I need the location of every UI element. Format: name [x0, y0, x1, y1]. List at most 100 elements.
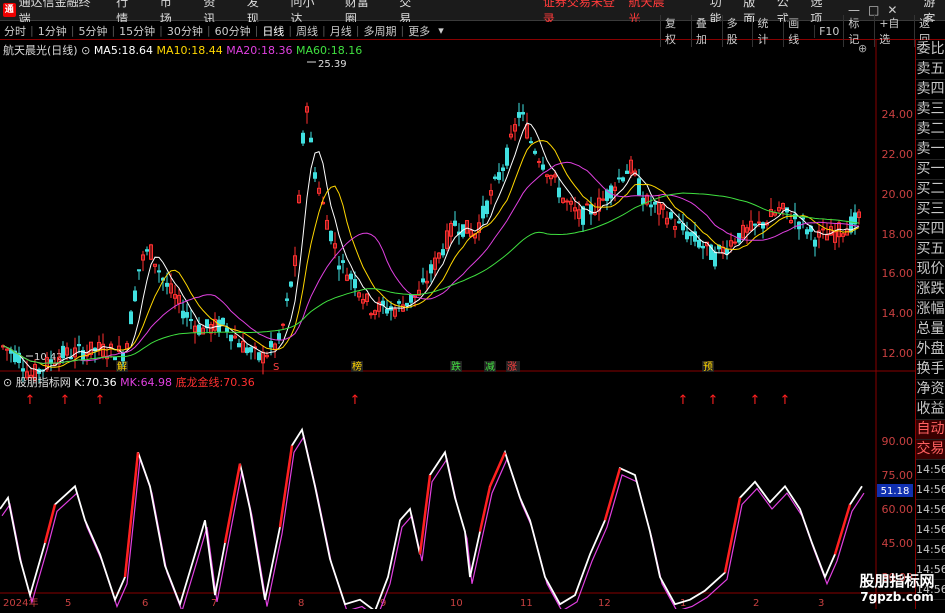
candle-body[interactable]	[70, 358, 73, 359]
candle-body[interactable]	[286, 299, 289, 300]
candle-body[interactable]	[702, 246, 705, 247]
side-outer[interactable]: 外盘	[916, 340, 945, 360]
side-buy2[interactable]: 买二	[916, 180, 945, 200]
candle-body[interactable]	[146, 250, 149, 251]
side-buy3[interactable]: 买三	[916, 200, 945, 220]
candle-body[interactable]	[270, 342, 273, 347]
candle-body[interactable]	[586, 204, 589, 205]
side-buy1[interactable]: 买一	[916, 160, 945, 180]
side-auto[interactable]: 自动	[916, 420, 945, 440]
event-marker[interactable]: 榜	[352, 360, 362, 373]
candle-body[interactable]	[726, 249, 729, 253]
side-turnover[interactable]: 换手	[916, 360, 945, 380]
side-sell4[interactable]: 卖四	[916, 80, 945, 100]
candle-body[interactable]	[290, 282, 293, 286]
candle-body[interactable]	[822, 229, 825, 230]
candle-body[interactable]	[610, 186, 613, 198]
candle-body[interactable]	[758, 222, 761, 223]
candle-body[interactable]	[806, 230, 809, 234]
candle-body[interactable]	[430, 265, 433, 273]
candle-body[interactable]	[282, 324, 285, 325]
candle-body[interactable]	[670, 213, 673, 218]
candle-body[interactable]	[498, 173, 501, 180]
event-marker[interactable]: 解	[117, 360, 127, 373]
period-fenshi[interactable]: 分时	[0, 23, 30, 39]
candle-body[interactable]	[654, 202, 657, 204]
settings-icon[interactable]: ⊙	[81, 44, 90, 57]
candle-body[interactable]	[522, 112, 525, 114]
candle-body[interactable]	[650, 205, 653, 207]
candle-body[interactable]	[330, 231, 333, 240]
event-marker[interactable]: 减	[485, 361, 495, 373]
candle-body[interactable]	[278, 334, 281, 340]
candle-body[interactable]	[814, 240, 817, 246]
candle-body[interactable]	[338, 266, 341, 269]
period-15min[interactable]: 15分钟	[115, 23, 159, 39]
candle-body[interactable]	[482, 206, 485, 218]
panel-options-icon[interactable]: ⊕	[858, 42, 867, 55]
candle-body[interactable]	[714, 252, 717, 266]
candle-body[interactable]	[690, 233, 693, 236]
candle-body[interactable]	[230, 335, 233, 340]
period-1min[interactable]: 1分钟	[34, 23, 71, 39]
candle-body[interactable]	[454, 221, 457, 225]
side-buy4[interactable]: 买四	[916, 220, 945, 240]
event-marker[interactable]: 跌	[451, 360, 461, 373]
candle-body[interactable]	[686, 232, 689, 239]
side-sell5[interactable]: 卖五	[916, 60, 945, 80]
candle-body[interactable]	[182, 311, 185, 318]
candle-body[interactable]	[186, 313, 189, 318]
candle-body[interactable]	[698, 240, 701, 247]
side-change-pct[interactable]: 涨幅	[916, 300, 945, 320]
candle-body[interactable]	[314, 173, 317, 178]
candle-body[interactable]	[138, 270, 141, 271]
chart-canvas[interactable]: 24.00 22.00 20.00 18.00 16.00 14.00 12.0…	[0, 40, 915, 609]
candle-body[interactable]	[222, 318, 225, 324]
candle-body[interactable]	[762, 223, 765, 228]
candle-body[interactable]	[542, 165, 545, 169]
period-more[interactable]: 更多	[404, 23, 434, 39]
period-60min[interactable]: 60分钟	[211, 23, 255, 39]
candle-body[interactable]	[494, 177, 497, 178]
period-daily[interactable]: 日线	[258, 23, 288, 39]
candle-body[interactable]	[622, 178, 625, 181]
period-30min[interactable]: 30分钟	[163, 23, 207, 39]
indicator-name[interactable]: 股朋指标网	[16, 376, 71, 389]
candle-body[interactable]	[582, 207, 585, 224]
candle-body[interactable]	[422, 279, 425, 282]
candle-body[interactable]	[558, 188, 561, 197]
candle-body[interactable]	[502, 168, 505, 170]
side-weibi[interactable]: 委比	[916, 40, 945, 60]
candle-body[interactable]	[486, 201, 489, 213]
event-marker[interactable]: 涨	[507, 361, 517, 373]
candle-body[interactable]	[518, 113, 521, 118]
candle-body[interactable]	[62, 346, 65, 357]
candle-body[interactable]	[246, 348, 249, 353]
candle-body[interactable]	[190, 320, 193, 321]
side-sell1[interactable]: 卖一	[916, 140, 945, 160]
candle-body[interactable]	[342, 261, 345, 263]
candle-body[interactable]	[302, 133, 305, 143]
candle-body[interactable]	[166, 283, 169, 286]
candle-body[interactable]	[398, 302, 401, 304]
candle-body[interactable]	[226, 328, 229, 332]
candle-body[interactable]	[442, 250, 445, 255]
candle-body[interactable]	[354, 280, 357, 288]
side-sell3[interactable]: 卖三	[916, 100, 945, 120]
candle-body[interactable]	[78, 345, 81, 346]
candle-body[interactable]	[538, 161, 541, 162]
side-trade[interactable]: 交易	[916, 440, 945, 460]
candle-body[interactable]	[310, 138, 313, 142]
candle-body[interactable]	[734, 242, 737, 243]
candlesticks[interactable]	[2, 103, 861, 383]
chevron-down-icon[interactable]: ▾	[434, 24, 448, 37]
candle-body[interactable]	[386, 309, 389, 313]
candle-body[interactable]	[678, 222, 681, 223]
candle-body[interactable]	[566, 201, 569, 202]
side-eps[interactable]: 收益	[916, 400, 945, 420]
indicator-settings-icon[interactable]: ⊙	[3, 376, 12, 389]
event-marker[interactable]: S	[273, 362, 279, 373]
candle-body[interactable]	[406, 303, 409, 305]
candle-body[interactable]	[130, 312, 133, 324]
side-netasset[interactable]: 净资	[916, 380, 945, 400]
